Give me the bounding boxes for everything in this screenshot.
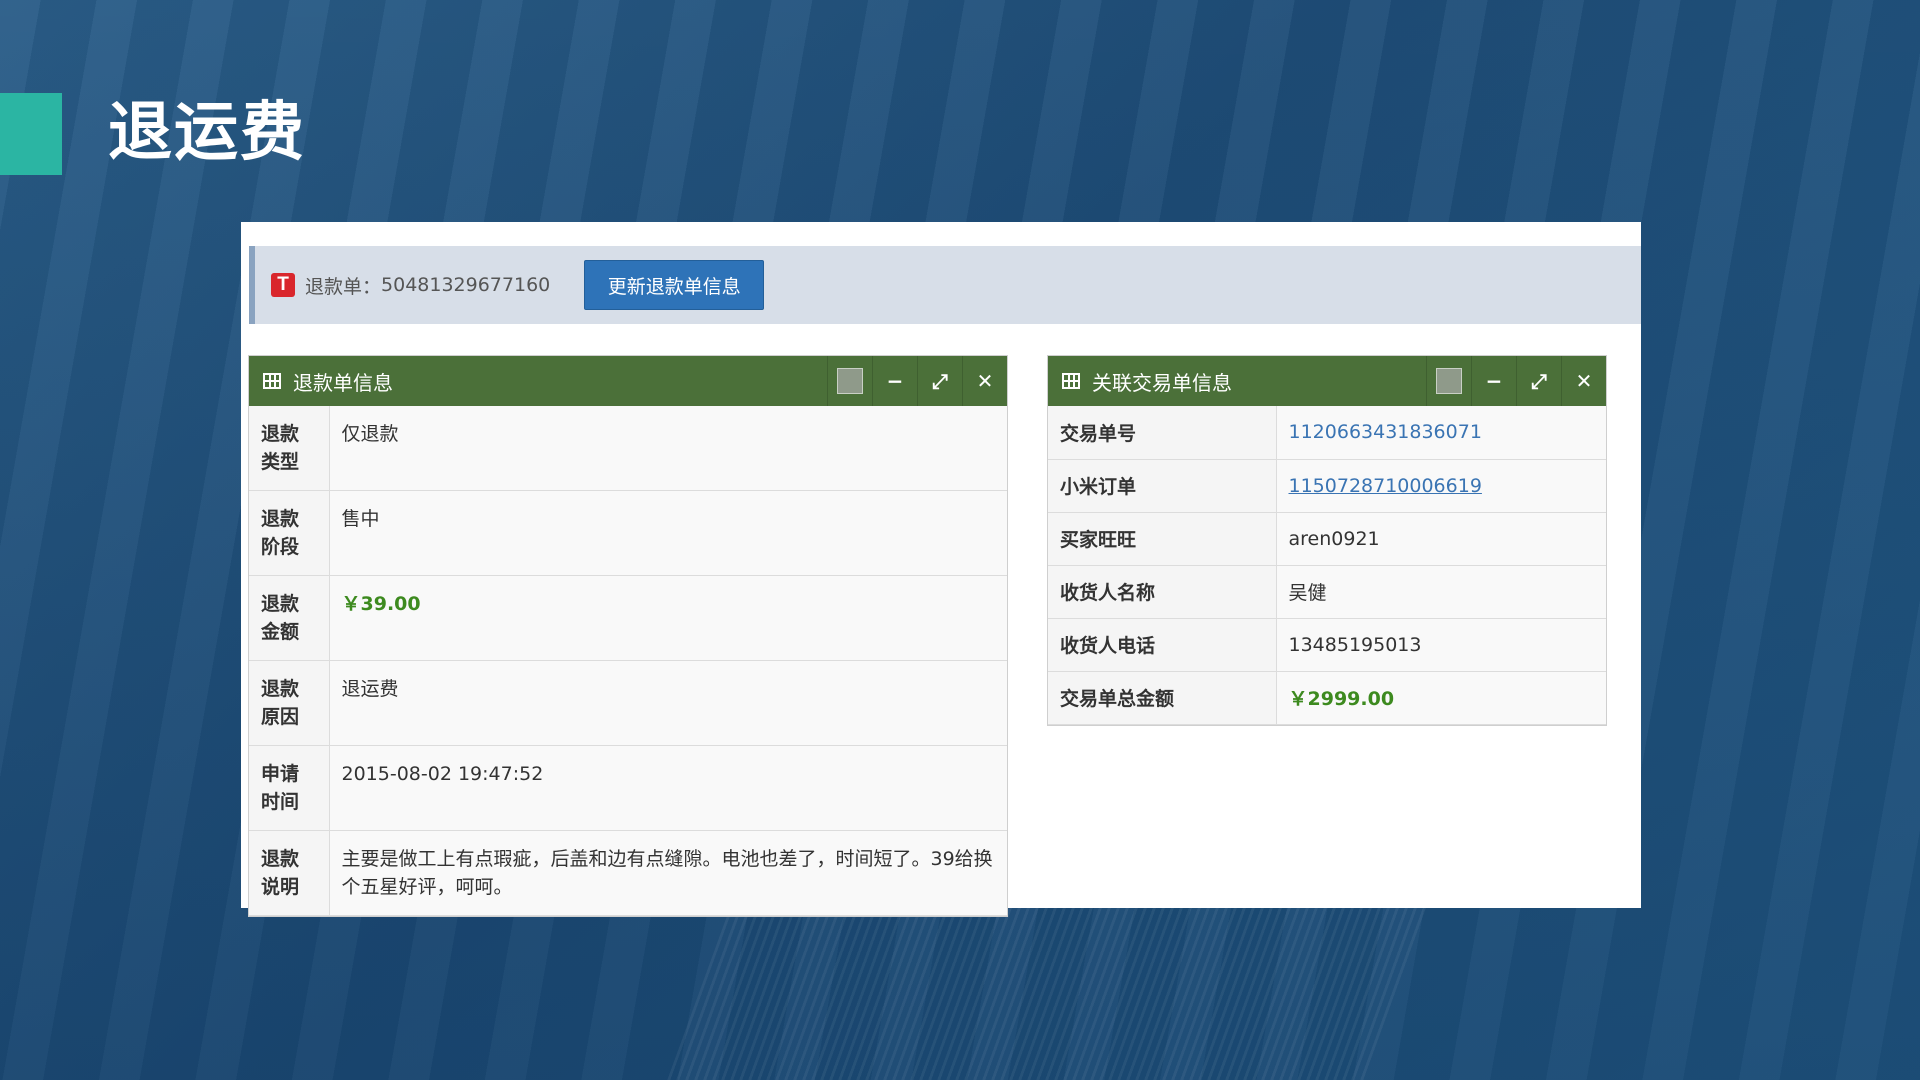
refund-order-label: 退款单： <box>305 275 382 298</box>
row-key: 退款 阶段 <box>249 490 330 576</box>
row-value: 退运费 <box>329 660 1007 746</box>
trade-header-buttons: − ⤢ ✕ <box>1426 356 1606 406</box>
row-key: 退款 类型 <box>249 406 330 491</box>
row-key: 收货人电话 <box>1048 618 1277 672</box>
row-key: 退款 原因 <box>249 660 330 746</box>
update-refund-button[interactable]: 更新退款单信息 <box>584 260 765 310</box>
trade-info-table: 交易单号 1120663431836071 小米订单 1150728710006… <box>1048 406 1606 725</box>
row-key: 退款 金额 <box>249 575 330 661</box>
close-button[interactable]: ✕ <box>1561 356 1606 406</box>
content-panel: T 退款单： 50481329677160 更新退款单信息 退款单信息 − ⤢ … <box>241 222 1641 917</box>
minus-icon: − <box>1485 369 1503 393</box>
color-picker-button[interactable] <box>827 356 872 406</box>
row-key: 买家旺旺 <box>1048 512 1277 566</box>
table-row: 小米订单 1150728710006619 <box>1048 459 1606 513</box>
row-value: 仅退款 <box>329 406 1007 491</box>
table-row: 收货人电话 13485195013 <box>1048 618 1606 672</box>
table-icon <box>1062 373 1080 389</box>
row-value: aren0921 <box>1276 512 1606 566</box>
table-row: 收货人名称 吴健 <box>1048 565 1606 619</box>
trade-info-box: 关联交易单信息 − ⤢ ✕ 交易单号 1120663431836071 小米订单… <box>1047 355 1607 726</box>
taobao-icon: T <box>271 273 295 297</box>
refund-info-box: 退款单信息 − ⤢ ✕ 退款 类型 仅退款 退款 阶段 售中 退款 金额 ￥39… <box>248 355 1008 917</box>
minimize-button[interactable]: − <box>872 356 917 406</box>
refund-amount: ￥39.00 <box>329 575 1007 661</box>
expand-button[interactable]: ⤢ <box>917 356 962 406</box>
minimize-button[interactable]: − <box>1471 356 1516 406</box>
close-button[interactable]: ✕ <box>962 356 1007 406</box>
trade-info-header: 关联交易单信息 − ⤢ ✕ <box>1048 356 1606 406</box>
trade-number-link[interactable]: 1120663431836071 <box>1276 406 1606 460</box>
row-key: 交易单号 <box>1048 406 1277 460</box>
xiaomi-order-link[interactable]: 1150728710006619 <box>1276 459 1606 513</box>
table-row: 申请 时间 2015-08-02 19:47:52 <box>249 745 1007 831</box>
expand-icon: ⤢ <box>1531 369 1547 393</box>
refund-order-number: 50481329677160 <box>381 274 551 296</box>
minus-icon: − <box>886 369 904 393</box>
table-row: 退款 说明 主要是做工上有点瑕疵，后盖和边有点缝隙。电池也差了，时间短了。39给… <box>249 830 1007 916</box>
table-icon <box>263 373 281 389</box>
close-icon: ✕ <box>1575 369 1593 393</box>
refund-header-buttons: − ⤢ ✕ <box>827 356 1007 406</box>
refund-info-title: 退款单信息 <box>293 370 393 395</box>
refund-toolbar: T 退款单： 50481329677160 更新退款单信息 <box>249 246 1641 324</box>
table-row: 退款 原因 退运费 <box>249 660 1007 746</box>
table-row: 交易单总金额 ￥2999.00 <box>1048 671 1606 725</box>
title-accent-bar <box>0 93 62 175</box>
expand-icon: ⤢ <box>932 369 948 393</box>
row-key: 小米订单 <box>1048 459 1277 513</box>
row-key: 退款 说明 <box>249 830 330 916</box>
row-value: 13485195013 <box>1276 618 1606 672</box>
slide-title: 退运费 <box>108 96 306 170</box>
row-key: 交易单总金额 <box>1048 671 1277 725</box>
table-row: 退款 类型 仅退款 <box>249 406 1007 491</box>
trade-info-title: 关联交易单信息 <box>1092 370 1232 395</box>
table-row: 买家旺旺 aren0921 <box>1048 512 1606 566</box>
table-row: 交易单号 1120663431836071 <box>1048 406 1606 460</box>
expand-button[interactable]: ⤢ <box>1516 356 1561 406</box>
trade-total-amount: ￥2999.00 <box>1276 671 1606 725</box>
row-key: 申请 时间 <box>249 745 330 831</box>
color-picker-button[interactable] <box>1426 356 1471 406</box>
close-icon: ✕ <box>976 369 994 393</box>
table-row: 退款 阶段 售中 <box>249 490 1007 576</box>
row-value: 吴健 <box>1276 565 1606 619</box>
color-swatch-icon <box>837 368 863 394</box>
refund-info-table: 退款 类型 仅退款 退款 阶段 售中 退款 金额 ￥39.00 退款 原因 退运… <box>249 406 1007 916</box>
row-key: 收货人名称 <box>1048 565 1277 619</box>
color-swatch-icon <box>1436 368 1462 394</box>
table-row: 退款 金额 ￥39.00 <box>249 575 1007 661</box>
row-value: 2015-08-02 19:47:52 <box>329 745 1007 831</box>
refund-info-header: 退款单信息 − ⤢ ✕ <box>249 356 1007 406</box>
refund-description: 主要是做工上有点瑕疵，后盖和边有点缝隙。电池也差了，时间短了。39给换个五星好评… <box>329 830 1007 916</box>
row-value: 售中 <box>329 490 1007 576</box>
